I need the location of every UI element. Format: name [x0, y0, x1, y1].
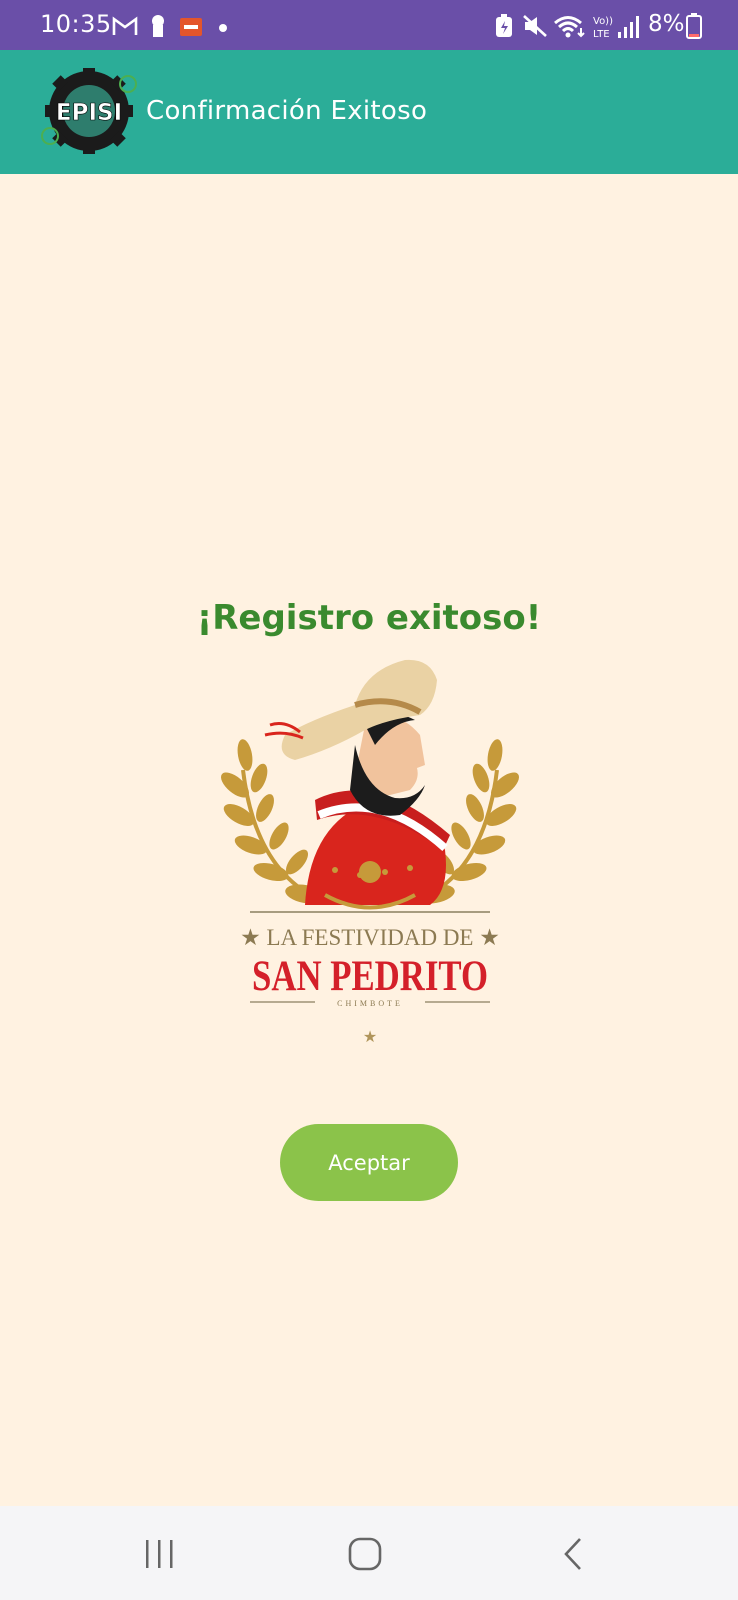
wifi-icon: [554, 16, 585, 38]
app-title: Confirmación Exitoso: [146, 96, 428, 126]
battery-saver-icon: [496, 14, 512, 37]
navigation-bar: [0, 1506, 738, 1600]
keyhole-icon: [152, 15, 164, 37]
status-bar: 10:35 Vo)) LTE 8%: [0, 0, 738, 50]
svg-text:Vo)): Vo)): [593, 16, 613, 27]
star-icon: ★: [363, 1027, 377, 1046]
signal-icon: [618, 16, 639, 38]
svg-text:LTE: LTE: [593, 29, 610, 40]
success-title: ¡Registro exitoso!: [196, 598, 542, 638]
battery-percent: 8%: [648, 11, 685, 37]
emblem-line2: SAN PEDRITO: [252, 953, 488, 1000]
battery-icon: [686, 13, 702, 39]
gmail-icon: [112, 16, 138, 35]
volte-icon: Vo)) LTE: [593, 16, 613, 40]
recents-icon[interactable]: [140, 1536, 180, 1572]
app-notification-icon: [180, 18, 202, 36]
status-time: 10:35: [40, 10, 112, 38]
mute-icon: [523, 15, 547, 37]
app-logo: EPISI: [41, 68, 137, 154]
emblem-line1: ★ LA FESTIVIDAD DE ★: [240, 925, 500, 950]
back-icon[interactable]: [556, 1536, 596, 1572]
accept-button[interactable]: Aceptar: [280, 1124, 458, 1201]
festival-emblem: ★ LA FESTIVIDAD DE ★ SAN PEDRITO CHIMBOT…: [220, 659, 520, 1046]
app-bar: EPISI Confirmación Exitoso: [0, 50, 738, 174]
app-logo-text: EPISI: [56, 100, 122, 126]
home-icon[interactable]: [345, 1536, 385, 1572]
dot-icon: [219, 24, 227, 32]
emblem-line3: CHIMBOTE: [337, 999, 403, 1008]
